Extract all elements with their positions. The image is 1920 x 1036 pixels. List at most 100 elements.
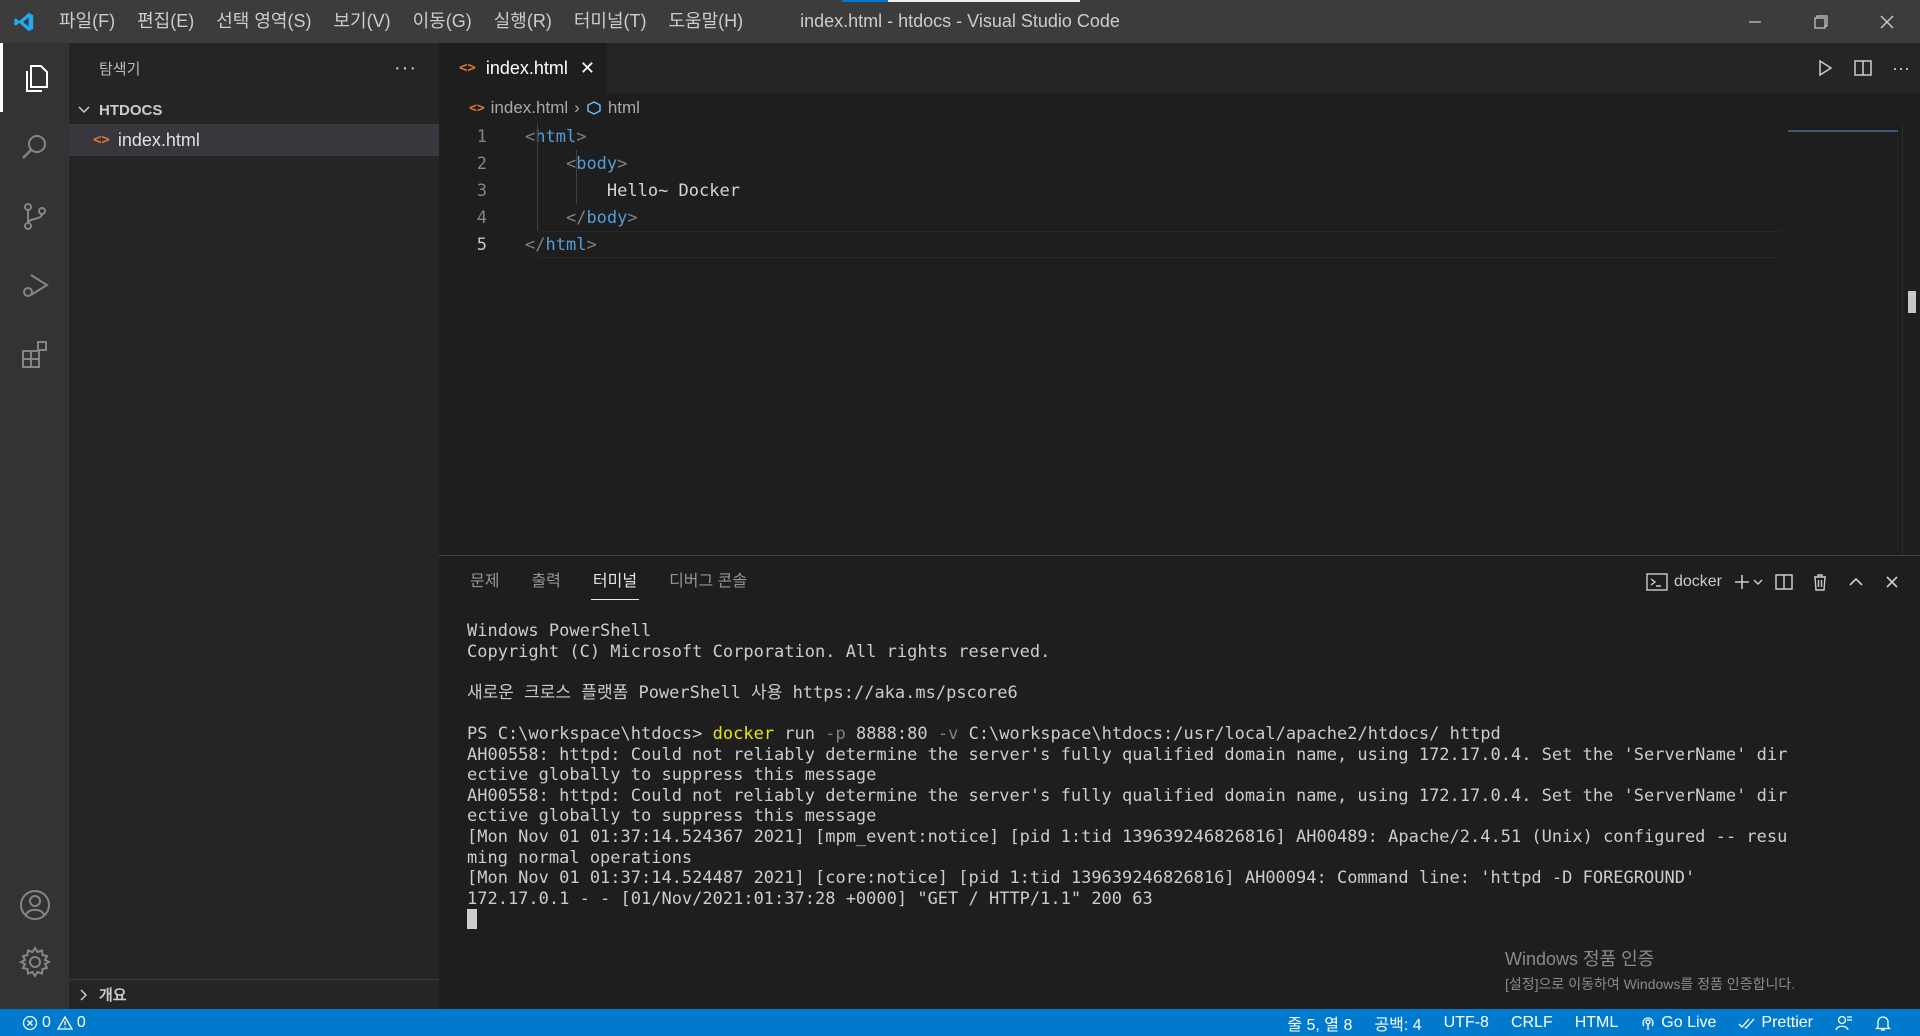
terminal-arg: 8888:80 [845,723,938,744]
activity-extensions[interactable] [0,319,69,388]
code-editor[interactable]: 1 <html> 2 <body> 3 Hello~ Docker 4 </body> 5… [439,123,1920,258]
warning-icon [56,1015,73,1030]
watermark-subtitle: [설정]으로 이동하여 Windows를 정품 인증합니다. [1505,976,1796,992]
run-button[interactable] [1806,58,1844,78]
activity-manage[interactable] [0,927,69,996]
panel-actions: docker [1646,556,1920,608]
activity-run-debug[interactable] [0,250,69,319]
code-line: 4 </body> [439,204,1920,231]
chevron-down-icon[interactable] [1752,576,1764,588]
menu-help[interactable]: 도움말(H) [658,0,755,43]
indent-guide [537,123,538,231]
file-item-index-html[interactable]: <> index.html [69,124,439,156]
menu-view[interactable]: 보기(V) [322,0,401,43]
split-terminal-button[interactable] [1766,572,1802,592]
split-editor-button[interactable] [1844,58,1882,78]
language-mode[interactable]: HTML [1575,1014,1619,1032]
more-icon: ··· [1892,57,1910,78]
split-editor-icon [1854,60,1872,76]
close-icon [1880,15,1894,28]
encoding[interactable]: UTF-8 [1444,1014,1489,1032]
terminal-line: 172.17.0.1 - - [01/Nov/2021:01:37:28 +00… [467,888,1153,909]
terminal-line: 새로운 크로스 플랫폼 PowerShell 사용 https://aka.ms… [467,682,1018,703]
activity-source-control[interactable] [0,181,69,250]
new-terminal-button[interactable] [1730,572,1766,592]
vscode-logo-icon [0,0,48,43]
tab-debug-console[interactable]: 디버그 콘솔 [669,556,747,608]
more-actions-icon[interactable]: ··· [394,57,417,80]
folder-htdocs[interactable]: HTDOCS [69,96,439,124]
activity-bar [0,43,69,1009]
minimize-button[interactable] [1722,0,1788,43]
code-text: </body> [499,208,638,228]
editor-scrollbar[interactable] [1902,123,1920,555]
explorer-title: 탐색기 [99,60,141,78]
go-live-button[interactable]: Go Live [1640,1014,1716,1032]
title-bar: 파일(F) 편집(E) 선택 영역(S) 보기(V) 이동(G) 실행(R) 터… [0,0,1920,43]
code-token-tag: body [576,153,618,174]
menu-file[interactable]: 파일(F) [48,0,126,43]
code-token-open: < [525,126,536,147]
menu-terminal[interactable]: 터미널(T) [563,0,658,43]
code-text: <html> [499,127,586,147]
feedback-button[interactable] [1835,1014,1853,1032]
terminal-line: ming normal operations [467,847,693,868]
activity-search[interactable] [0,112,69,181]
terminal-selector[interactable]: docker [1646,572,1722,592]
outline-section[interactable]: 개요 [69,979,439,1009]
close-panel-button[interactable] [1874,574,1910,590]
tab-close-icon[interactable]: ✕ [580,58,595,79]
restore-button[interactable] [1788,0,1854,43]
menu-edit[interactable]: 편집(E) [126,0,205,43]
prettier-button[interactable]: Prettier [1738,1014,1813,1032]
split-terminal-icon [1775,574,1793,590]
close-icon [1886,576,1898,588]
folder-label: HTDOCS [99,101,163,119]
terminal-flag: -v [937,723,959,744]
indent-guide [576,150,577,204]
window-controls [1722,0,1920,43]
tab-output[interactable]: 출력 [531,556,560,608]
maximize-panel-button[interactable] [1838,573,1874,591]
terminal-output[interactable]: Windows PowerShell Copyright (C) Microso… [439,608,1920,930]
menu-selection[interactable]: 선택 영역(S) [205,0,322,43]
scrollbar-thumb[interactable] [1908,291,1916,313]
tab-terminal[interactable]: 터미널 [590,556,640,608]
error-icon [22,1015,38,1030]
terminal-line: ective globally to suppress this message [467,806,877,827]
terminal-line: Copyright (C) Microsoft Corporation. All… [467,641,1051,662]
breadcrumb-symbol[interactable]: html [608,98,640,118]
code-line: 3 Hello~ Docker [439,177,1920,204]
cursor-position[interactable]: 줄 5, 열 8 [1287,1011,1352,1035]
extensions-icon [21,340,47,368]
tab-problems[interactable]: 문제 [470,556,499,608]
end-of-line[interactable]: CRLF [1511,1014,1553,1032]
bell-icon [1875,1015,1891,1031]
terminal-line: Windows PowerShell [467,621,652,641]
close-window-button[interactable] [1854,0,1920,43]
symbol-icon [586,100,602,116]
settings-gear-icon [18,945,51,978]
menu-bar: 파일(F) 편집(E) 선택 영역(S) 보기(V) 이동(G) 실행(R) 터… [48,0,754,43]
menu-go[interactable]: 이동(G) [402,0,483,43]
activity-explorer[interactable] [0,43,69,112]
code-token-tag: html [535,126,577,147]
restore-icon [1814,14,1828,29]
editor-more-button[interactable]: ··· [1882,58,1920,79]
terminal-name: docker [1673,573,1722,590]
kill-terminal-button[interactable] [1802,572,1838,592]
line-number: 1 [476,126,487,147]
tab-index-html[interactable]: <> index.html ✕ [439,43,607,93]
code-token-indent [525,208,566,228]
terminal-command-line: PS C:\workspace\htdocs> docker run -p 88… [467,724,1920,745]
menu-run[interactable]: 실행(R) [483,0,563,43]
notifications-button[interactable] [1875,1014,1891,1032]
code-token-indent [525,154,566,174]
indentation[interactable]: 공백: 4 [1374,1011,1421,1035]
breadcrumb-file[interactable]: index.html [491,98,568,118]
minimap[interactable] [1788,130,1898,132]
status-problems[interactable]: 0 0 [0,1014,86,1032]
plus-icon [1735,575,1749,589]
terminal-line: AH00558: httpd: Could not reliably deter… [467,785,1788,806]
code-line: 1 <html> [439,123,1920,150]
